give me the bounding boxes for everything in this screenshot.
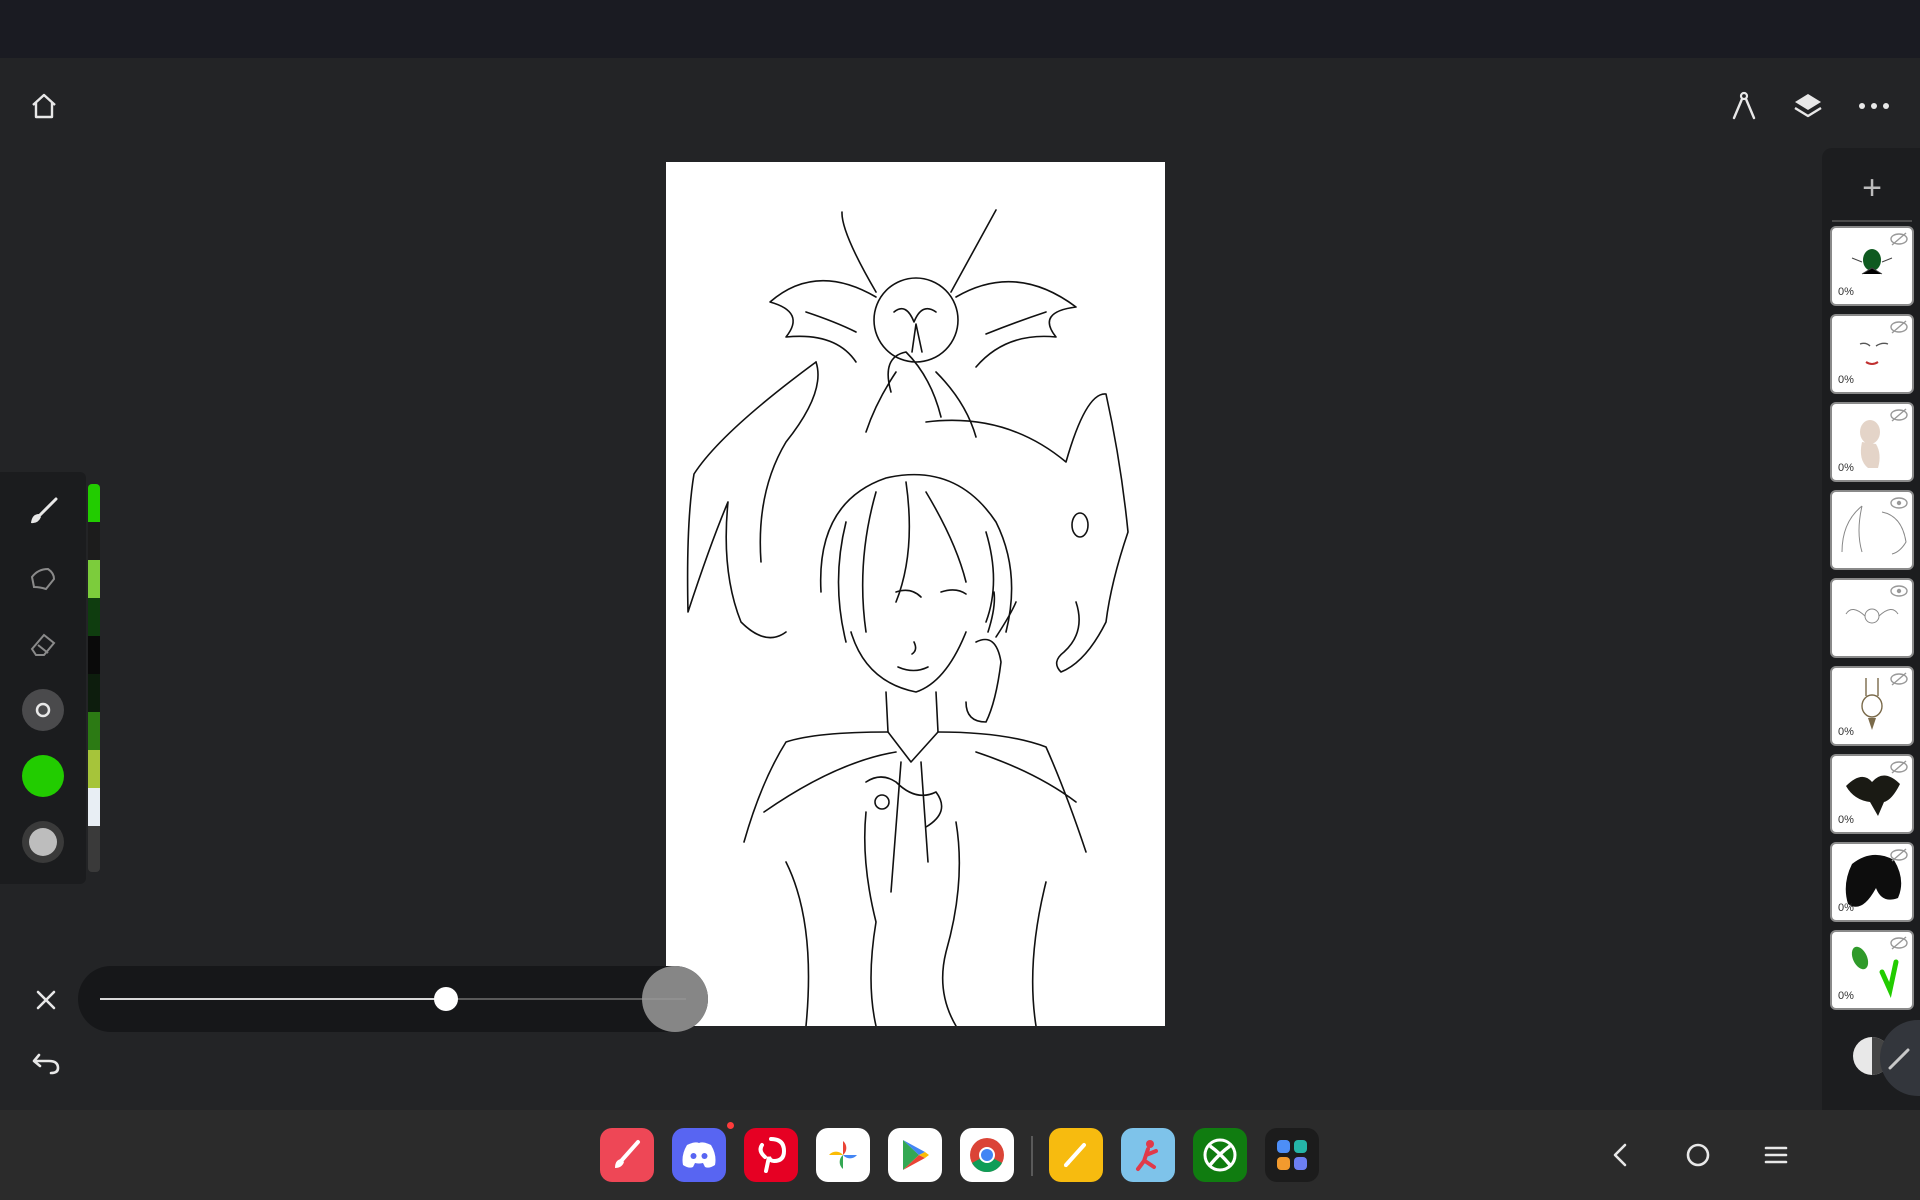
slider-track[interactable] bbox=[100, 987, 686, 1011]
size-slider[interactable] bbox=[78, 966, 708, 1032]
chrome-icon[interactable] bbox=[960, 1128, 1014, 1182]
layer-thumbnail[interactable]: 0% bbox=[1830, 314, 1914, 394]
pinterest-icon[interactable] bbox=[744, 1128, 798, 1182]
brush-icon[interactable] bbox=[0, 484, 86, 540]
drawing-canvas[interactable] bbox=[666, 162, 1165, 1026]
palette-swatch[interactable] bbox=[88, 560, 100, 598]
app-drawer-icon[interactable] bbox=[1265, 1128, 1319, 1182]
taskbar-divider bbox=[1031, 1136, 1033, 1176]
slider-end-cap bbox=[642, 966, 708, 1032]
hidden-eye-icon[interactable] bbox=[1890, 848, 1908, 862]
layer-thumbnail[interactable]: 0% bbox=[1830, 402, 1914, 482]
palette-swatch[interactable] bbox=[88, 484, 100, 522]
hidden-eye-icon[interactable] bbox=[1890, 232, 1908, 246]
layer-thumbnail[interactable]: 0% bbox=[1830, 666, 1914, 746]
layer-thumbnail[interactable]: 0% bbox=[1830, 930, 1914, 1010]
palette-swatch[interactable] bbox=[88, 598, 100, 636]
layer-opacity: 0% bbox=[1838, 990, 1854, 1002]
smudge-icon[interactable] bbox=[0, 550, 86, 606]
add-layer-button[interactable]: + bbox=[1850, 166, 1894, 210]
hidden-eye-icon[interactable] bbox=[1890, 936, 1908, 950]
palette-swatch[interactable] bbox=[88, 788, 100, 826]
google-photos-icon[interactable] bbox=[816, 1128, 870, 1182]
layer-opacity: 0% bbox=[1838, 462, 1854, 474]
eye-icon[interactable] bbox=[1890, 496, 1908, 510]
undo-icon[interactable] bbox=[24, 1042, 68, 1086]
home-circle-icon[interactable] bbox=[1676, 1133, 1720, 1177]
xbox-icon[interactable] bbox=[1193, 1128, 1247, 1182]
notification-dot bbox=[727, 1122, 734, 1129]
more-icon[interactable] bbox=[1852, 84, 1896, 128]
layer-opacity: 0% bbox=[1838, 902, 1854, 914]
home-icon[interactable] bbox=[22, 84, 66, 128]
play-store-icon[interactable] bbox=[888, 1128, 942, 1182]
color-picker[interactable] bbox=[0, 748, 86, 804]
slider-fill bbox=[100, 998, 446, 1000]
layer-opacity: 0% bbox=[1838, 286, 1854, 298]
discord-icon[interactable] bbox=[672, 1128, 726, 1182]
layer-thumbnail[interactable]: 0% bbox=[1830, 226, 1914, 306]
layers-icon[interactable] bbox=[1786, 84, 1830, 128]
close-icon[interactable] bbox=[24, 978, 68, 1022]
ruler-compass-icon[interactable] bbox=[1722, 84, 1766, 128]
recents-icon[interactable] bbox=[1754, 1133, 1798, 1177]
hidden-eye-icon[interactable] bbox=[1890, 672, 1908, 686]
palette-swatch[interactable] bbox=[88, 826, 100, 872]
palette-swatch[interactable] bbox=[88, 522, 100, 560]
palette-swatch[interactable] bbox=[88, 674, 100, 712]
line-art bbox=[686, 209, 1129, 1026]
color-palette[interactable] bbox=[88, 484, 100, 872]
layer-thumbnail[interactable] bbox=[1830, 490, 1914, 570]
palette-swatch[interactable] bbox=[88, 636, 100, 674]
notes-icon[interactable] bbox=[1049, 1128, 1103, 1182]
palette-swatch[interactable] bbox=[88, 750, 100, 788]
layer-opacity: 0% bbox=[1838, 814, 1854, 826]
palette-swatch[interactable] bbox=[88, 712, 100, 750]
layer-opacity: 0% bbox=[1838, 726, 1854, 738]
hidden-eye-icon[interactable] bbox=[1890, 760, 1908, 774]
hidden-eye-icon[interactable] bbox=[1890, 320, 1908, 334]
opacity-icon[interactable] bbox=[0, 814, 86, 870]
game-app-icon[interactable] bbox=[1121, 1128, 1175, 1182]
layer-thumbnail[interactable]: 0% bbox=[1830, 842, 1914, 922]
status-bar bbox=[0, 0, 1920, 58]
hidden-eye-icon[interactable] bbox=[1890, 408, 1908, 422]
layer-thumbnail[interactable] bbox=[1830, 578, 1914, 658]
back-icon[interactable] bbox=[1598, 1133, 1642, 1177]
slider-thumb[interactable] bbox=[433, 987, 458, 1011]
eraser-icon[interactable] bbox=[0, 616, 86, 672]
layer-thumbnail[interactable]: 0% bbox=[1830, 754, 1914, 834]
layers-divider bbox=[1832, 220, 1912, 222]
brush-size-icon[interactable] bbox=[0, 682, 86, 738]
eye-icon[interactable] bbox=[1890, 584, 1908, 598]
layer-opacity: 0% bbox=[1838, 374, 1854, 386]
sketch-app-icon[interactable] bbox=[600, 1128, 654, 1182]
